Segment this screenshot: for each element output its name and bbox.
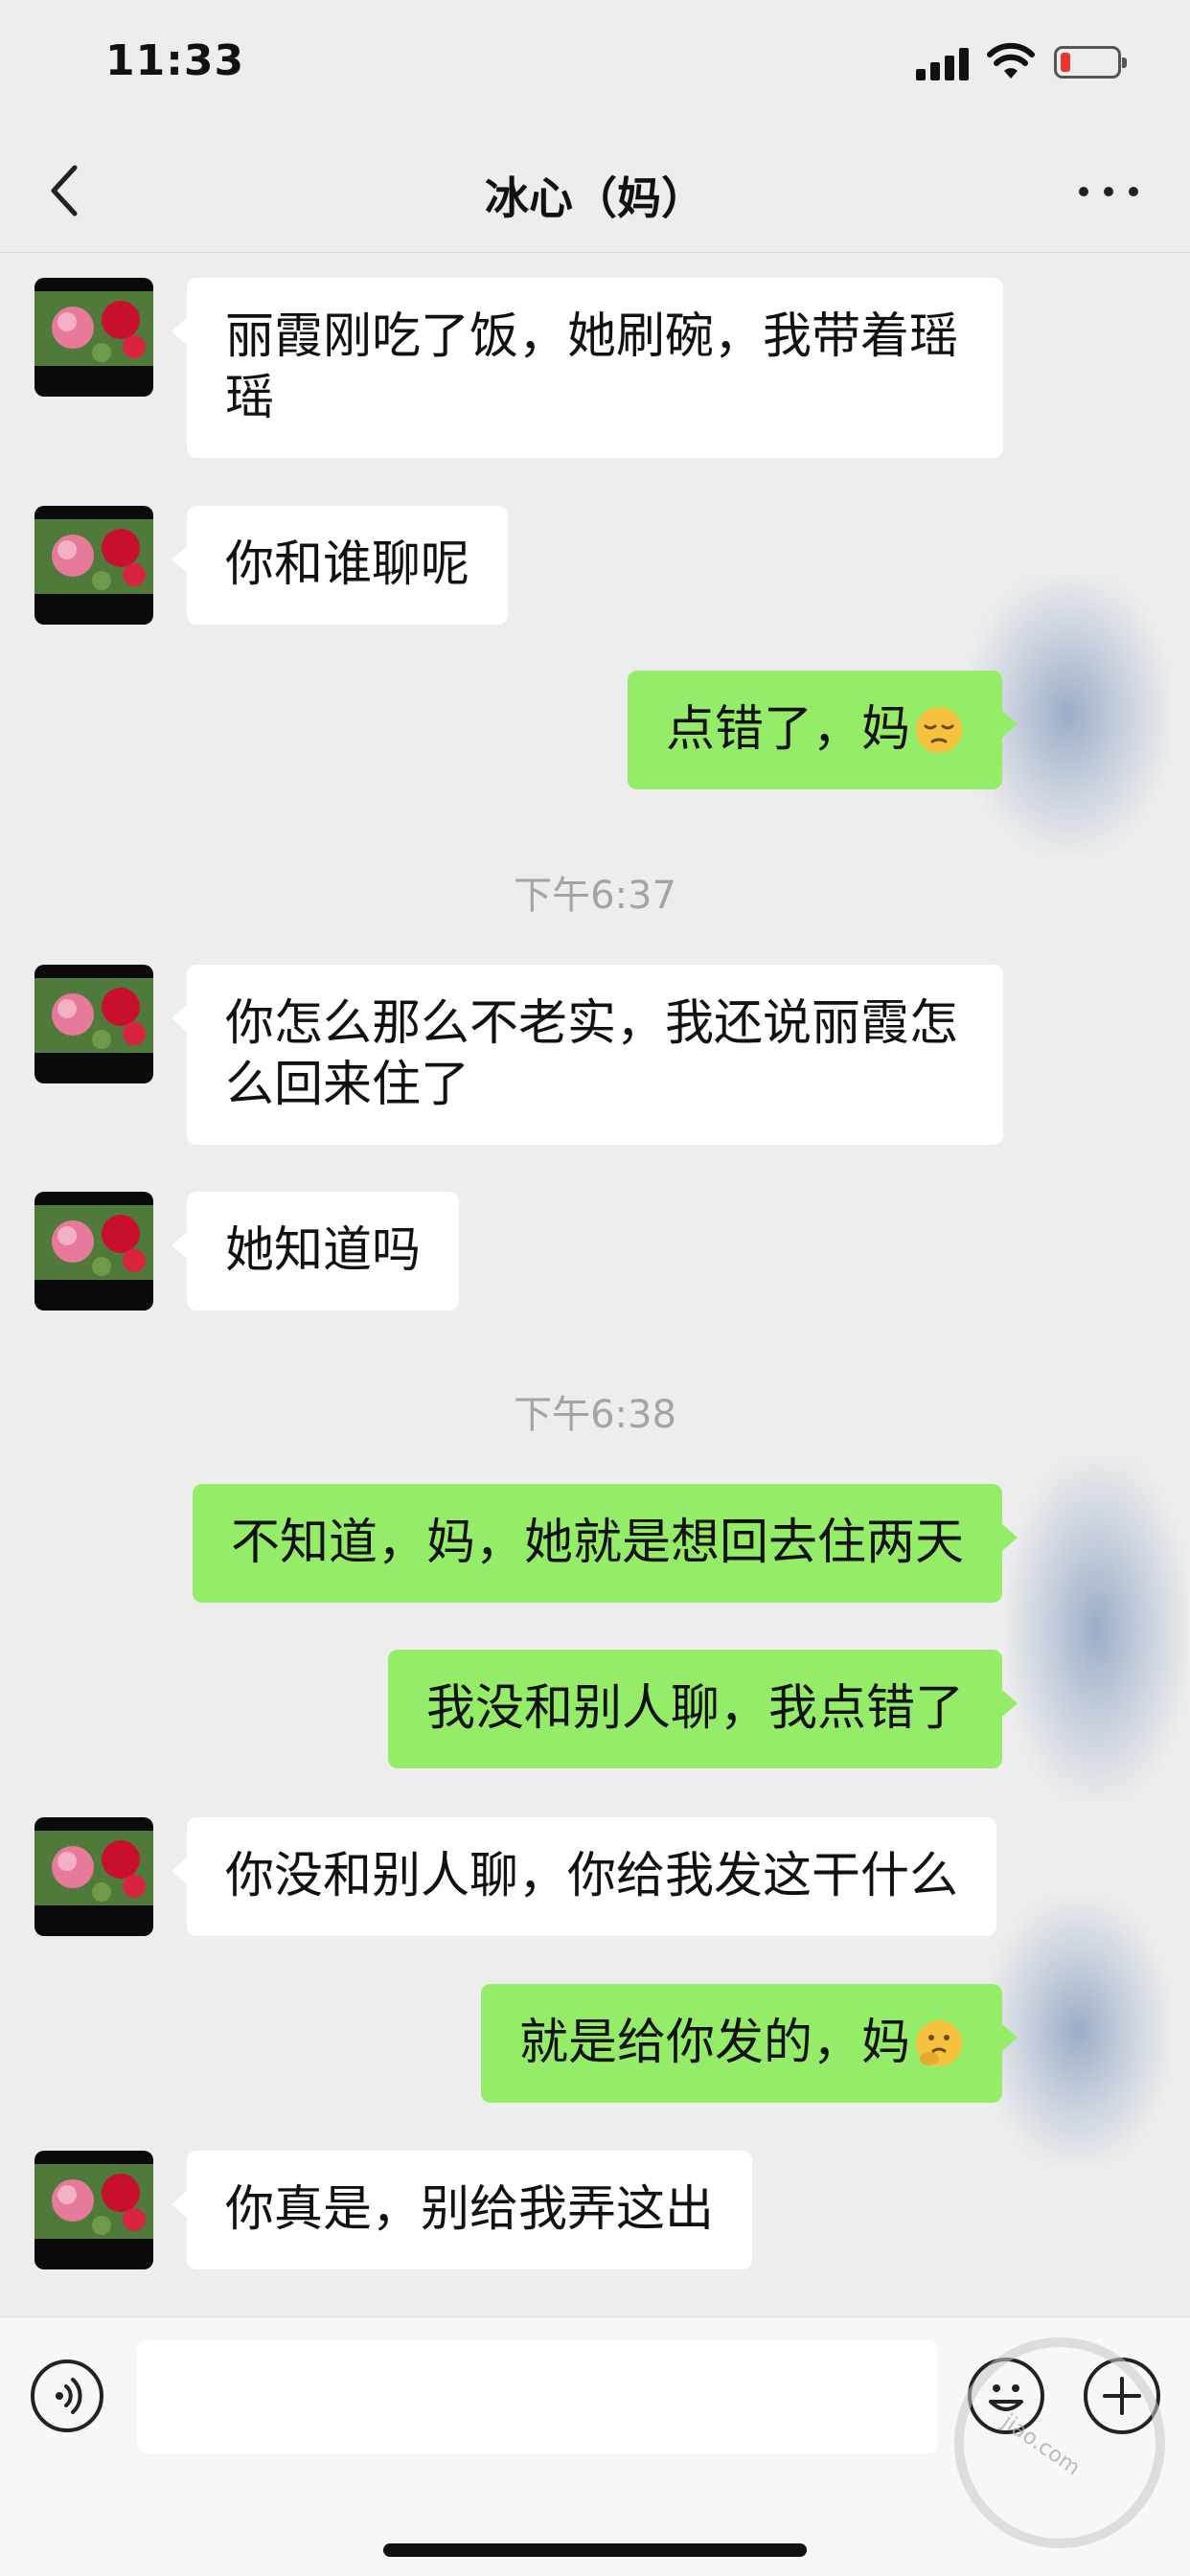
flower-image	[34, 519, 153, 594]
flower-image	[34, 978, 153, 1053]
flower-image	[34, 1205, 153, 1280]
message-bubble[interactable]: 她知道吗	[171, 1192, 460, 1311]
message-bubble[interactable]: 你没和别人聊，你给我发这干什么	[171, 1817, 997, 1936]
contact-avatar[interactable]	[34, 2151, 153, 2269]
contact-avatar[interactable]	[34, 278, 153, 397]
chat-title: 冰心（妈）	[485, 172, 705, 224]
privacy-blur	[1006, 1456, 1188, 1801]
message-bubble[interactable]: 丽霞刚吃了饭，她刷碗，我带着瑶瑶	[172, 278, 1003, 458]
timestamp: 下午6:37	[514, 874, 676, 918]
message-input[interactable]	[137, 2340, 937, 2453]
message-bubble[interactable]: 我没和别人聊，我点错了	[387, 1650, 1018, 1768]
message-bubble[interactable]: 不知道，妈，她就是想回去住两天	[192, 1484, 1018, 1603]
message-bubble[interactable]: 就是给你发的，妈	[480, 1984, 1018, 2103]
message-text: 就是给你发的，妈	[518, 2015, 910, 2071]
timestamp: 下午6:38	[514, 1393, 676, 1437]
flower-image	[34, 291, 153, 366]
message-bubble[interactable]: 你真是，别给我弄这出	[171, 2151, 753, 2269]
home-indicator	[383, 2543, 807, 2557]
contact-avatar[interactable]	[34, 965, 153, 1083]
flower-image	[34, 1831, 153, 1905]
signal-icon	[916, 48, 970, 80]
voice-icon[interactable]	[31, 2359, 103, 2432]
contact-avatar[interactable]	[34, 506, 153, 625]
thinking-face-emoji	[916, 2020, 962, 2066]
message-bubble[interactable]: 点错了，妈	[627, 671, 1018, 789]
pensive-face-emoji	[916, 707, 962, 753]
battery-icon	[1054, 46, 1127, 79]
status-time: 11:33	[105, 36, 245, 85]
message-bubble[interactable]: 你和谁聊呢	[171, 506, 509, 625]
message-bubble[interactable]: 你怎么那么不老实，我还说丽霞怎么回来住了	[172, 965, 1003, 1145]
contact-avatar[interactable]	[34, 1817, 153, 1936]
more-icon[interactable]	[1077, 179, 1144, 202]
flower-image	[34, 2164, 153, 2239]
chat-header: 冰心（妈）	[0, 129, 1190, 253]
status-bar: 11:33	[0, 0, 1190, 129]
wifi-icon	[987, 42, 1035, 79]
message-text: 点错了，妈	[665, 701, 910, 758]
contact-avatar[interactable]	[34, 1192, 153, 1311]
